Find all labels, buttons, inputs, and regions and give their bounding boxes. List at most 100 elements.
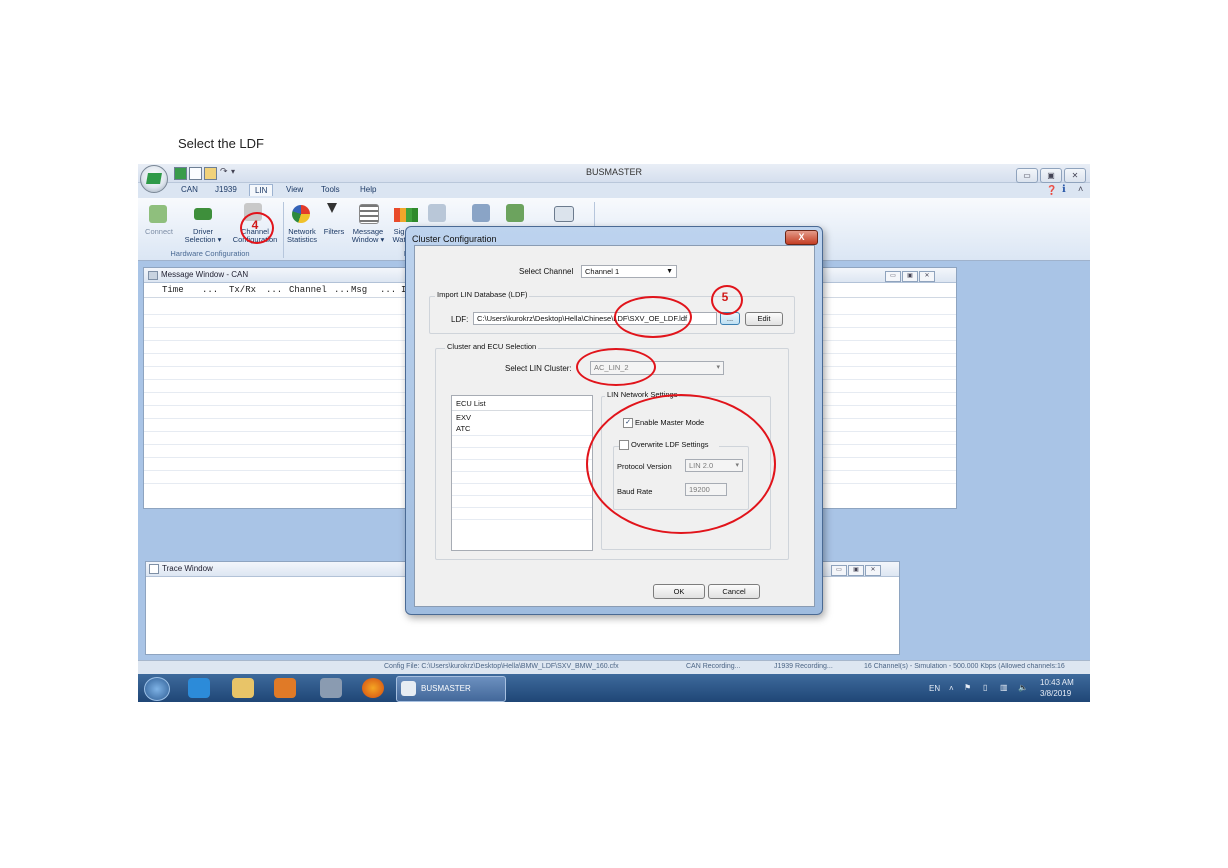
tab-tools[interactable]: Tools — [321, 185, 340, 194]
trace-window-controls: ▭ ▣ ✕ — [830, 564, 881, 576]
volume-icon[interactable]: 🔈 — [1018, 683, 1028, 692]
column-sep: ... — [202, 285, 219, 295]
taskbar-app-label: BUSMASTER — [421, 684, 471, 693]
clock-date[interactable]: 3/8/2019 — [1040, 689, 1071, 698]
status-config-file: Config File: C:\Users\kurokrz\Desktop\He… — [384, 663, 619, 670]
filters-button[interactable]: Filters — [321, 228, 347, 236]
select-lin-cluster-label: Select LIN Cluster: — [505, 364, 572, 373]
annotation-circle-ldf — [614, 296, 692, 338]
quick-access-dropdown-icon[interactable]: ▾ — [231, 167, 235, 176]
new-file-icon[interactable] — [189, 167, 202, 180]
trace-settings-icon[interactable] — [472, 204, 490, 222]
taskbar: BUSMASTER EN ˄ ⚑ ▯ ▥ 🔈 10:43 AM 3/8/2019 — [138, 674, 1090, 702]
cancel-button[interactable]: Cancel — [708, 584, 760, 599]
status-can-recording: CAN Recording... — [686, 663, 741, 670]
ok-button[interactable]: OK — [653, 584, 705, 599]
network-icon[interactable]: ▥ — [1000, 683, 1008, 692]
action-center-icon[interactable]: ⚑ — [964, 683, 971, 692]
app-menu-orb[interactable] — [140, 165, 168, 193]
ecu-list-line — [452, 495, 592, 496]
dialog-title: Cluster Configuration — [412, 234, 497, 244]
driver-selection-button[interactable]: Driver Selection ▾ — [180, 228, 226, 244]
busmaster-taskbar-icon — [401, 681, 416, 696]
file-explorer-icon[interactable] — [232, 678, 254, 698]
column-txrx[interactable]: Tx/Rx — [229, 285, 256, 295]
tab-view[interactable]: View — [286, 185, 303, 194]
message-window-icon — [359, 204, 379, 224]
window-controls: ▭ ▣ ✕ — [1014, 165, 1086, 183]
ecu-list-line — [452, 507, 592, 508]
usb-tool-icon[interactable] — [320, 678, 342, 698]
ecu-list-line — [452, 483, 592, 484]
column-sep: ... — [334, 285, 351, 295]
connect-icon — [149, 205, 167, 223]
filter-icon — [327, 203, 337, 223]
group-hardware-configuration: Hardware Configuration — [170, 249, 250, 258]
tab-j1939[interactable]: J1939 — [215, 185, 237, 194]
chevron-down-icon: ▼ — [666, 268, 673, 275]
column-time[interactable]: Time — [162, 285, 184, 295]
ecu-list[interactable]: ECU List EXV ATC — [451, 395, 593, 551]
tab-lin[interactable]: LIN — [249, 184, 274, 196]
start-button[interactable] — [144, 677, 170, 701]
status-channels: 16 Channel(s) - Simulation - 500.000 Kbp… — [864, 663, 1065, 670]
annotation-step-5: 5 — [721, 290, 729, 304]
language-indicator[interactable]: EN — [929, 684, 940, 693]
tab-can[interactable]: CAN — [181, 185, 198, 194]
help-icon[interactable]: ❓ — [1046, 185, 1057, 196]
media-player-icon[interactable] — [274, 678, 296, 698]
maximize-icon[interactable]: ▣ — [848, 565, 864, 576]
select-channel-label: Select Channel — [519, 267, 574, 276]
maximize-icon[interactable]: ▣ — [902, 271, 918, 282]
status-bar: Config File: C:\Users\kurokrz\Desktop\He… — [138, 660, 1090, 674]
battery-icon[interactable]: ▯ — [983, 683, 987, 692]
ecu-item-exv[interactable]: EXV — [456, 413, 471, 422]
connect-button[interactable]: Connect — [142, 228, 176, 236]
close-icon[interactable]: ✕ — [1064, 168, 1086, 183]
firefox-icon[interactable] — [362, 678, 384, 698]
ecu-list-line — [452, 435, 592, 436]
taskbar-busmaster[interactable]: BUSMASTER — [396, 676, 506, 702]
tab-help[interactable]: Help — [360, 185, 376, 194]
message-window-title: Message Window - CAN — [161, 270, 249, 279]
ecu-item-atc[interactable]: ATC — [456, 424, 470, 433]
close-icon[interactable]: ✕ — [919, 271, 935, 282]
cluster-ecu-group-label: Cluster and ECU Selection — [445, 342, 539, 351]
internet-explorer-icon[interactable] — [188, 678, 210, 698]
column-msg[interactable]: Msg — [351, 285, 367, 295]
network-statistics-icon — [292, 205, 310, 223]
tray-expand-icon[interactable]: ˄ — [949, 684, 954, 693]
minimize-icon[interactable]: ▭ — [885, 271, 901, 282]
open-folder-icon[interactable] — [204, 167, 217, 180]
window-layout-icon[interactable] — [554, 206, 574, 222]
network-statistics-button[interactable]: Network Statistics — [285, 228, 319, 244]
network-tree-icon[interactable] — [506, 204, 524, 222]
status-j1939-recording: J1939 Recording... — [774, 663, 833, 670]
message-window-controls: ▭ ▣ ✕ — [884, 270, 935, 282]
dialog-close-button[interactable]: X — [785, 230, 818, 245]
message-window-button[interactable]: Message Window ▾ — [349, 228, 387, 244]
collapse-ribbon-icon[interactable]: ˄ — [1078, 184, 1083, 194]
clock-time[interactable]: 10:43 AM — [1040, 678, 1074, 687]
ecu-list-line — [452, 447, 592, 448]
undo-icon[interactable]: ↷ — [220, 166, 228, 177]
ecu-list-header[interactable]: ECU List — [456, 399, 486, 408]
ecu-list-line — [452, 471, 592, 472]
minimize-icon[interactable]: ▭ — [1016, 168, 1038, 183]
minimize-icon[interactable]: ▭ — [831, 565, 847, 576]
menu-tabs: CAN J1939 LIN View Tools Help ❓ ℹ ˄ — [138, 183, 1090, 198]
ecu-list-line — [452, 519, 592, 520]
edit-ldf-button[interactable]: Edit — [745, 312, 783, 326]
info-icon[interactable]: ℹ — [1062, 184, 1066, 195]
annotation-circle-network-settings — [586, 394, 776, 534]
signal-watch-button[interactable]: Sig Wat — [392, 228, 406, 244]
graph-icon[interactable] — [428, 204, 446, 222]
select-channel-dropdown[interactable]: Channel 1 ▼ — [581, 265, 677, 278]
select-channel-value: Channel 1 — [585, 267, 620, 276]
chevron-down-icon: ▾ — [716, 364, 720, 371]
save-icon[interactable] — [174, 167, 187, 180]
import-ldf-group-label: Import LIN Database (LDF) — [435, 290, 530, 299]
maximize-icon[interactable]: ▣ — [1040, 168, 1062, 183]
column-channel[interactable]: Channel — [289, 285, 327, 295]
close-icon[interactable]: ✕ — [865, 565, 881, 576]
